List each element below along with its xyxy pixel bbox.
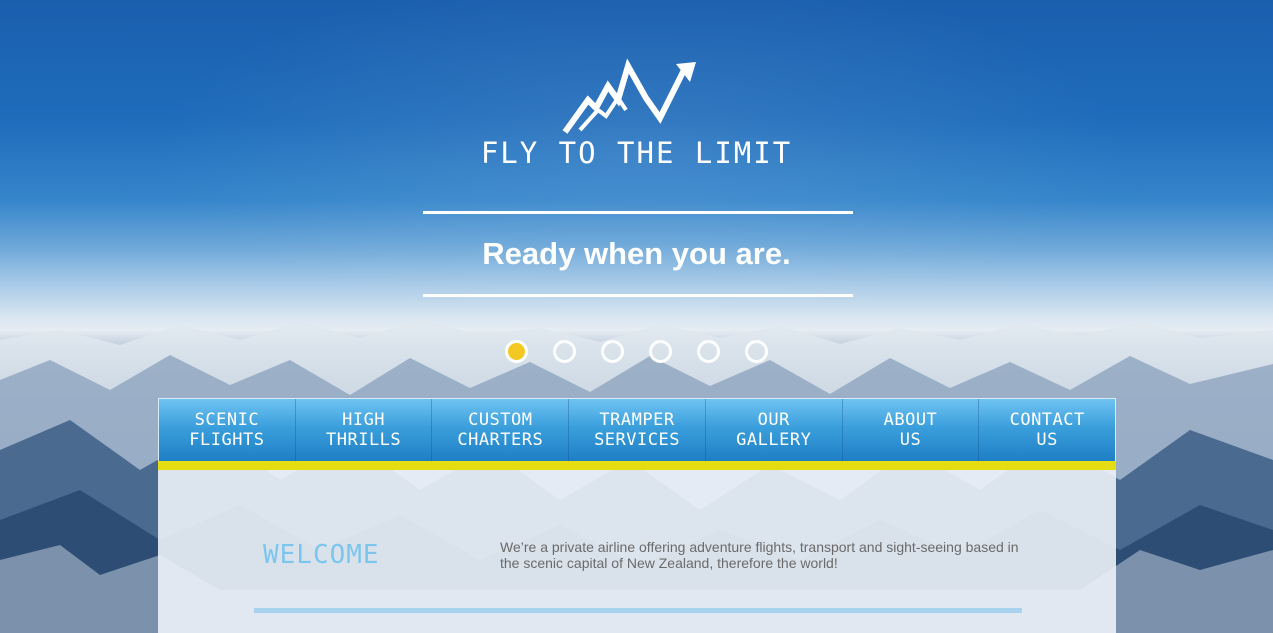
welcome-text: We’re a private airline offering adventu… — [500, 539, 1019, 571]
content-divider — [254, 608, 1022, 613]
main-nav: SCENIC FLIGHTS HIGH THRILLS CUSTOM CHART… — [158, 398, 1116, 461]
slider-dot-6[interactable] — [745, 340, 768, 363]
tagline-divider-top — [423, 211, 853, 214]
slider-dot-4[interactable] — [649, 340, 672, 363]
nav-item-custom-charters[interactable]: CUSTOM CHARTERS — [432, 399, 570, 461]
slider-dot-1[interactable] — [505, 340, 528, 363]
nav-item-our-gallery[interactable]: OUR GALLERY — [706, 399, 843, 461]
nav-item-scenic-flights[interactable]: SCENIC FLIGHTS — [159, 399, 296, 461]
nav-item-contact-us[interactable]: CONTACT US — [979, 399, 1115, 461]
slider-dot-3[interactable] — [601, 340, 624, 363]
slider-dot-5[interactable] — [697, 340, 720, 363]
nav-accent-bar — [158, 461, 1116, 470]
site-title: FLY TO THE LIMIT — [480, 136, 793, 170]
mountain-arrow-icon — [560, 58, 700, 138]
welcome-heading: WELCOME — [263, 540, 380, 570]
nav-item-high-thrills[interactable]: HIGH THRILLS — [296, 399, 433, 461]
hero-tagline: Ready when you are. — [482, 236, 791, 271]
slider-dot-2[interactable] — [553, 340, 576, 363]
nav-item-tramper-services[interactable]: TRAMPER SERVICES — [569, 399, 706, 461]
nav-item-about-us[interactable]: ABOUT US — [843, 399, 980, 461]
tagline-divider-bottom — [423, 294, 853, 297]
